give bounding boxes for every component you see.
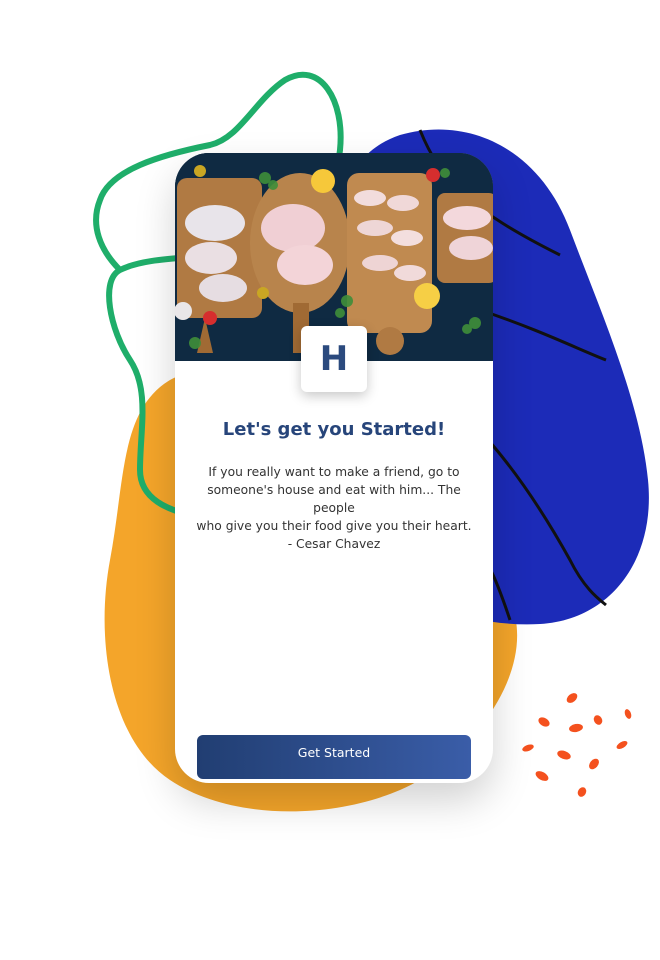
page-title: Let's get you Started! (222, 419, 446, 440)
logo-badge: H (301, 326, 367, 392)
quote-line: someone's house and eat with him... The … (207, 483, 461, 515)
quote-line: who give you their food give you their h… (196, 519, 472, 533)
logo-letter: H (319, 339, 349, 379)
phone-card: H Let's get you Started! If you really w… (175, 153, 493, 783)
onboarding-screen: H Let's get you Started! If you really w… (0, 0, 660, 960)
get-started-button[interactable]: Get Started (197, 735, 471, 779)
quote-line: If you really want to make a friend, go … (208, 465, 460, 479)
quote-text: If you really want to make a friend, go … (193, 463, 475, 553)
confetti-shape (522, 693, 632, 797)
quote-author: - Cesar Chavez (287, 537, 381, 551)
